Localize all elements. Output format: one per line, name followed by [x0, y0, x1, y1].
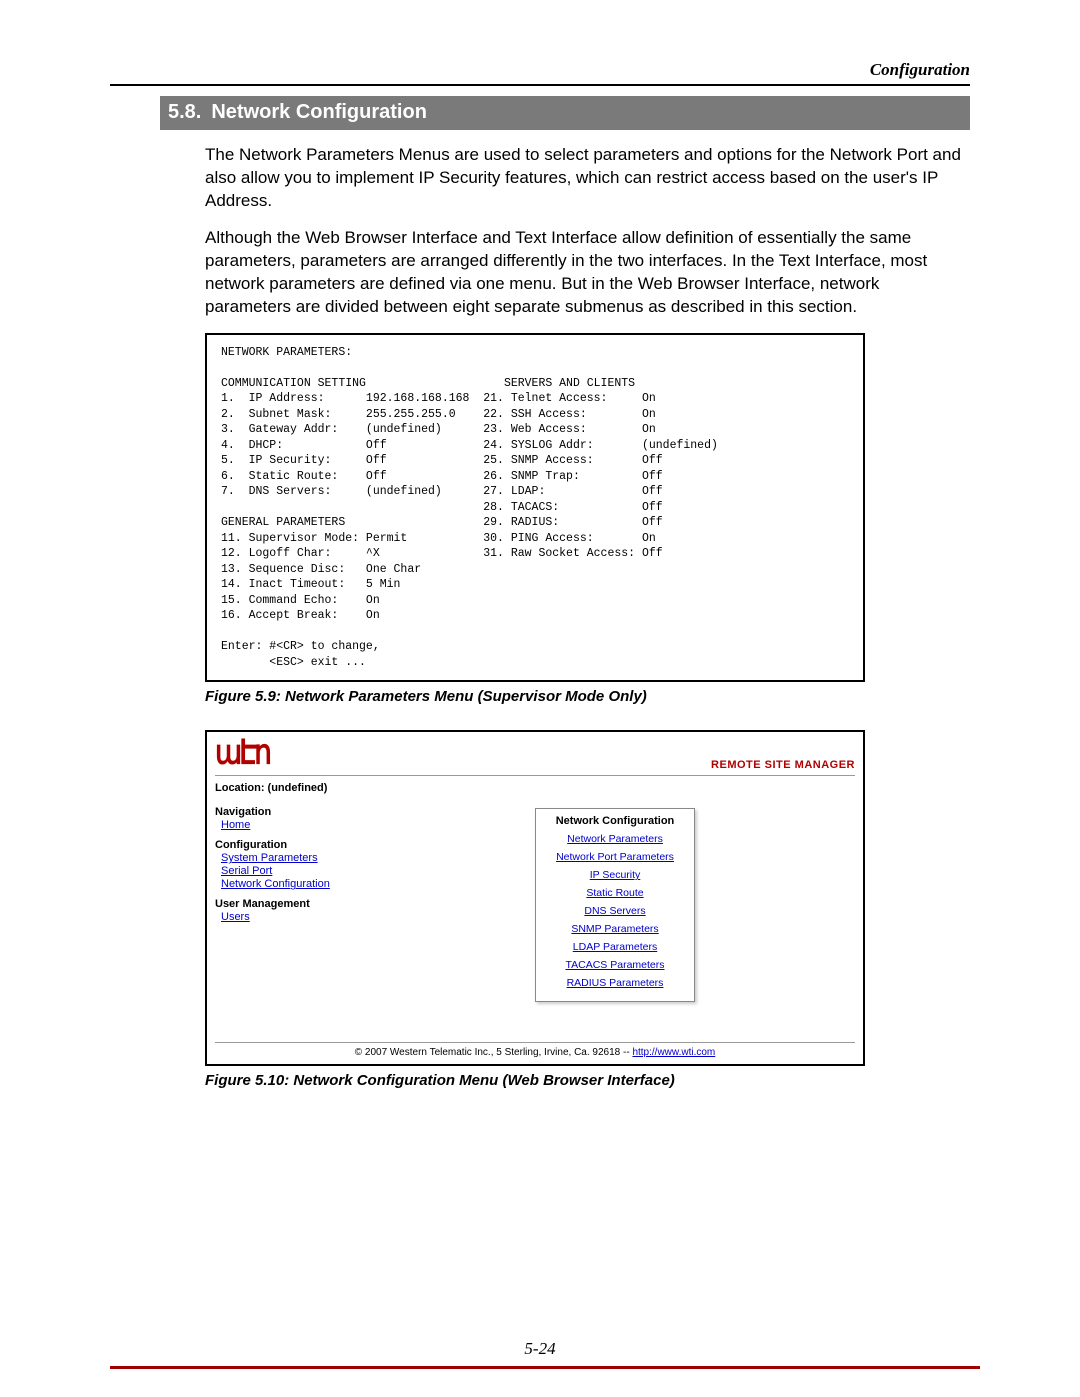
- wti-logo: աԷո: [215, 738, 269, 771]
- panel-title: Network Configuration: [540, 815, 690, 827]
- panel-link-ldap-parameters[interactable]: LDAP Parameters: [540, 941, 690, 953]
- nav-link-users[interactable]: Users: [221, 911, 365, 923]
- document-page: Configuration 5.8. Network Configuration …: [0, 0, 1080, 1397]
- footer-link[interactable]: http://www.wti.com: [632, 1047, 715, 1058]
- web-footer: © 2007 Western Telematic Inc., 5 Sterlin…: [215, 1042, 855, 1060]
- user-mgmt-heading: User Management: [215, 898, 365, 910]
- config-heading: Configuration: [215, 839, 365, 851]
- nav-link-home[interactable]: Home: [221, 819, 365, 831]
- paragraph-2: Although the Web Browser Interface and T…: [205, 227, 970, 319]
- network-config-panel: Network Configuration Network Parameters…: [535, 808, 695, 1002]
- nav-link-system-parameters[interactable]: System Parameters: [221, 852, 365, 864]
- panel-link-network-parameters[interactable]: Network Parameters: [540, 833, 690, 845]
- panel-link-ip-security[interactable]: IP Security: [540, 869, 690, 881]
- footer-text: © 2007 Western Telematic Inc., 5 Sterlin…: [355, 1047, 633, 1058]
- nav-link-network-configuration[interactable]: Network Configuration: [221, 878, 365, 890]
- section-heading: 5.8. Network Configuration: [160, 96, 970, 130]
- location-line: Location: (undefined): [215, 782, 855, 794]
- page-number: 5-24: [0, 1339, 1080, 1359]
- panel-link-snmp-parameters[interactable]: SNMP Parameters: [540, 923, 690, 935]
- web-interface-figure: աԷո REMOTE SITE MANAGER Location: (undef…: [205, 730, 865, 1066]
- remote-site-manager-label: REMOTE SITE MANAGER: [711, 759, 855, 771]
- panel-link-static-route[interactable]: Static Route: [540, 887, 690, 899]
- paragraph-1: The Network Parameters Menus are used to…: [205, 144, 970, 213]
- page-header: Configuration: [110, 60, 970, 80]
- header-rule: [110, 84, 970, 86]
- panel-link-dns-servers[interactable]: DNS Servers: [540, 905, 690, 917]
- bottom-rule: [110, 1366, 980, 1369]
- panel-link-radius-parameters[interactable]: RADIUS Parameters: [540, 977, 690, 989]
- navigation-column: Navigation Home Configuration System Par…: [215, 804, 365, 1034]
- section-title: Network Configuration: [211, 101, 427, 123]
- text-interface-figure: NETWORK PARAMETERS: COMMUNICATION SETTIN…: [205, 333, 865, 683]
- panel-link-tacacs-parameters[interactable]: TACACS Parameters: [540, 959, 690, 971]
- figure-5-10-caption: Figure 5.10: Network Configuration Menu …: [205, 1072, 970, 1089]
- nav-heading: Navigation: [215, 806, 365, 818]
- section-number: 5.8.: [168, 101, 201, 123]
- nav-link-serial-port[interactable]: Serial Port: [221, 865, 365, 877]
- panel-link-network-port-parameters[interactable]: Network Port Parameters: [540, 851, 690, 863]
- figure-5-9-caption: Figure 5.9: Network Parameters Menu (Sup…: [205, 688, 970, 705]
